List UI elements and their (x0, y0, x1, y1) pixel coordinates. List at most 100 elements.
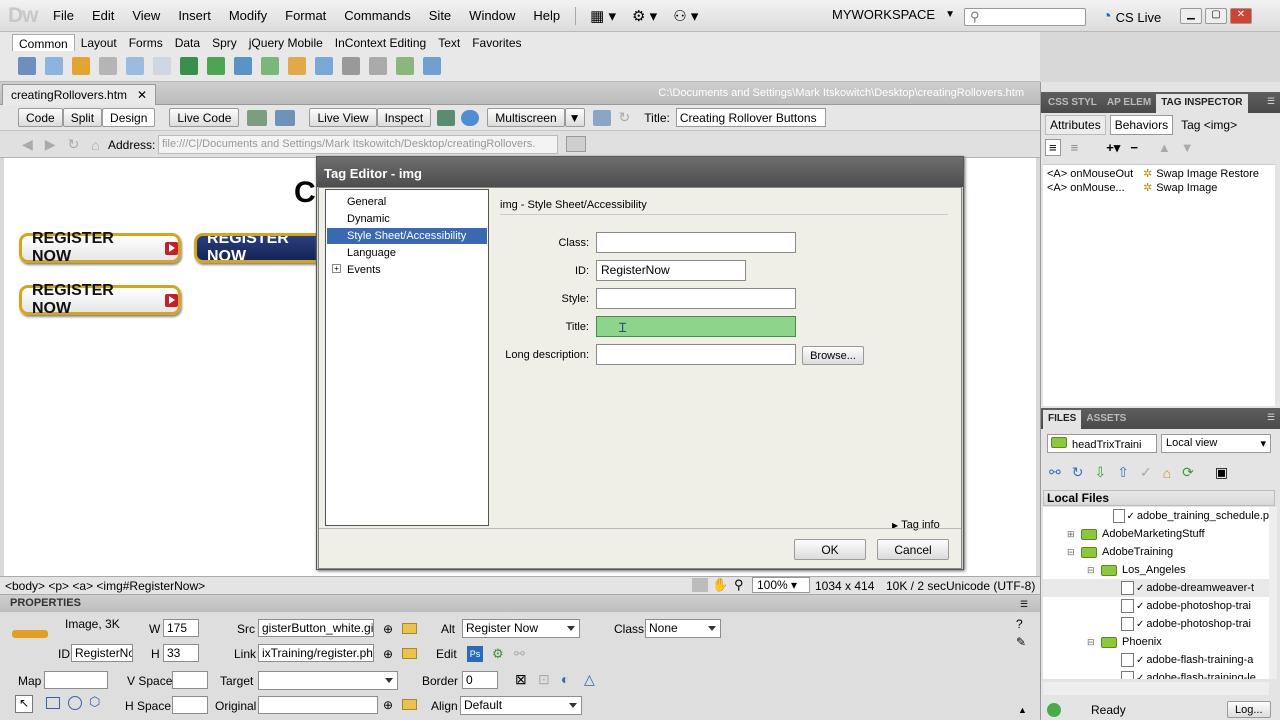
refresh-icon[interactable]: ↻ (619, 109, 631, 126)
edit-settings-icon[interactable]: ⚙ (492, 646, 504, 662)
circle-hotspot-icon[interactable] (68, 696, 82, 710)
checkin-icon[interactable]: ⌂ (1163, 465, 1171, 481)
workspace-switcher[interactable]: MYWORKSPACE ▼ (832, 7, 955, 22)
help-icon[interactable]: ? (1016, 617, 1023, 631)
tab-ap-elements[interactable]: AP ELEM (1102, 94, 1156, 113)
image-id-input[interactable]: RegisterNo (71, 644, 133, 662)
comment-icon[interactable] (315, 57, 333, 75)
live-code-button[interactable]: Live Code (169, 108, 240, 127)
tab-tag-inspector[interactable]: TAG INSPECTOR (1156, 94, 1248, 113)
folder-row[interactable]: ⊟ Los_Angeles (1043, 561, 1269, 579)
multiscreen-dropdown-icon[interactable]: ▼ (564, 108, 585, 127)
back-icon[interactable]: ◀ (22, 136, 33, 153)
title-field[interactable]: Ɪ (596, 316, 796, 337)
show-all-events-icon[interactable]: ≡ (1071, 140, 1079, 155)
visual-aids-icon[interactable] (275, 109, 296, 126)
image-icon[interactable] (180, 57, 198, 75)
title-input[interactable]: Creating Rollover Buttons (675, 108, 826, 127)
behavior-row[interactable]: <A> onMouse... ✲ Swap Image (1047, 181, 1217, 195)
files-hscrollbar[interactable] (1043, 682, 1269, 695)
border-input[interactable]: 0 (462, 671, 498, 689)
tree-toggle-icon[interactable]: ⊞ (1067, 529, 1081, 540)
register-button[interactable]: REGISTER NOW (19, 230, 181, 265)
menu-commands[interactable]: Commands (335, 0, 419, 32)
connect-icon[interactable]: ⚯ (1049, 464, 1061, 481)
zoom-select[interactable]: 100% ▾ (752, 577, 810, 593)
remove-behavior-icon[interactable]: − (1130, 140, 1138, 155)
move-down-icon[interactable]: ▼ (1181, 140, 1194, 155)
subtab-attributes[interactable]: Attributes (1045, 115, 1106, 135)
tab-layout[interactable]: Layout (75, 34, 123, 51)
folder-row[interactable]: ⊞ AdobeMarketingStuff (1043, 525, 1269, 543)
height-input[interactable]: 33 (163, 644, 199, 662)
alt-select[interactable]: Register Now (462, 619, 580, 638)
crop-icon[interactable]: ⚯ (514, 646, 525, 662)
file-row[interactable]: ✓ adobe-flash-training-a (1043, 651, 1269, 669)
category-language[interactable]: Language (327, 245, 487, 261)
menu-file[interactable]: File (44, 0, 83, 32)
media-icon[interactable] (207, 57, 225, 75)
width-input[interactable]: 175 (163, 619, 199, 637)
point-to-file-icon[interactable]: ⊕ (383, 647, 393, 661)
file-row[interactable]: ✓ adobe-photoshop-trai (1043, 597, 1269, 615)
browse-folder-icon[interactable] (402, 699, 417, 710)
panel-menu-icon[interactable]: ☰ (1267, 412, 1275, 423)
refresh-files-icon[interactable]: ↻ (1072, 464, 1084, 481)
home-icon[interactable]: ⌂ (91, 137, 99, 153)
tab-incontext[interactable]: InContext Editing (329, 34, 432, 51)
file-row[interactable]: ✓ adobe-flash-training-le (1043, 669, 1269, 679)
behavior-row[interactable]: <A> onMouseOut ✲ Swap Image Restore (1047, 167, 1259, 181)
files-scrollbar[interactable] (1269, 507, 1277, 679)
hand-tool-icon[interactable]: ✋ (712, 577, 728, 593)
file-row[interactable]: ✓ adobe-photoshop-trai (1043, 615, 1269, 633)
id-input[interactable]: RegisterNow (596, 260, 746, 281)
style-input[interactable] (596, 288, 796, 309)
select-tool-icon[interactable] (692, 578, 708, 592)
inspect-button[interactable]: Inspect (376, 108, 432, 127)
email-link-icon[interactable] (45, 57, 63, 75)
tag-selector[interactable]: <body> <p> <a> <img#RegisterNow> (5, 579, 205, 593)
view-select[interactable]: Local view ▾ (1161, 434, 1271, 453)
menu-insert[interactable]: Insert (169, 0, 220, 32)
pointer-hotspot-icon[interactable]: ↖ (15, 695, 33, 713)
browse-folder-icon[interactable] (402, 623, 417, 634)
tab-css-styles[interactable]: CSS STYL (1043, 94, 1102, 113)
menu-modify[interactable]: Modify (220, 0, 276, 32)
register-button[interactable]: REGISTER NOW (19, 282, 181, 317)
checkout-icon[interactable]: ✓ (1140, 464, 1152, 481)
menu-window[interactable]: Window (460, 0, 524, 32)
vspace-input[interactable] (172, 671, 208, 689)
tab-assets[interactable]: ASSETS (1081, 410, 1131, 429)
document-tab[interactable]: creatingRollovers.htm ✕ (2, 84, 157, 105)
subtab-behaviors[interactable]: Behaviors (1109, 115, 1174, 135)
panel-menu-icon[interactable]: ☰ (1267, 96, 1275, 107)
tree-toggle-icon[interactable]: ⊟ (1067, 547, 1081, 558)
get-files-icon[interactable]: ⇩ (1094, 464, 1106, 481)
menu-format[interactable]: Format (276, 0, 335, 32)
table-icon[interactable] (126, 57, 144, 75)
class-input[interactable] (596, 232, 796, 253)
menu-view[interactable]: View (123, 0, 169, 32)
named-anchor-icon[interactable] (72, 57, 90, 75)
map-input[interactable] (44, 671, 108, 689)
collapse-icon[interactable]: ▲ (1018, 705, 1027, 715)
widget-icon[interactable] (234, 57, 252, 75)
point-to-file-icon[interactable]: ⊕ (383, 622, 393, 636)
align-left-icon[interactable]: ⊠ (515, 671, 527, 688)
rect-hotspot-icon[interactable] (46, 697, 60, 709)
hr-icon[interactable] (99, 57, 117, 75)
register-button-hover[interactable]: REGISTER NOW (194, 233, 324, 263)
category-style-sheet-accessibility[interactable]: Style Sheet/Accessibility (327, 228, 487, 244)
quick-tag-icon[interactable]: ✎ (1016, 635, 1026, 649)
move-up-icon[interactable]: ▲ (1158, 140, 1171, 155)
code-view-button[interactable]: Code (18, 108, 63, 127)
folder-row[interactable]: ⊟ Phoenix (1043, 633, 1269, 651)
script-icon[interactable] (369, 57, 387, 75)
local-files-header[interactable]: Local Files (1043, 490, 1275, 506)
sharpen-icon[interactable]: △ (584, 671, 595, 688)
tab-forms[interactable]: Forms (123, 34, 169, 51)
class-select[interactable]: None (645, 619, 721, 638)
put-files-icon[interactable]: ⇧ (1117, 464, 1129, 481)
forward-icon[interactable]: ▶ (45, 136, 56, 153)
minimize-icon[interactable]: ▁ (1180, 8, 1202, 24)
